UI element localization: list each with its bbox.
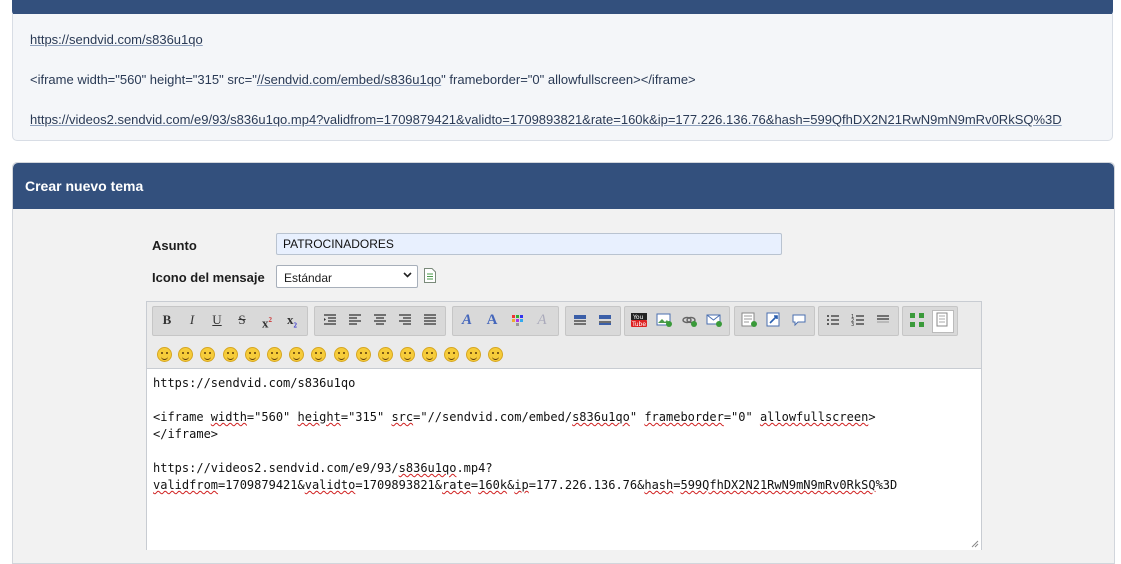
svg-text:Tube: Tube	[631, 321, 646, 328]
code-icon[interactable]	[740, 311, 758, 329]
source-icon[interactable]	[932, 310, 954, 333]
laugh-icon[interactable]	[223, 347, 238, 362]
tongue-icon[interactable]	[400, 347, 415, 362]
editor-line: https://sendvid.com/s836u1qo	[153, 376, 356, 390]
new-topic-panel: Crear nuevo tema Asunto Icono del mensaj…	[12, 162, 1115, 564]
fullscreen-icon[interactable]	[908, 311, 926, 329]
email-icon[interactable]	[705, 311, 723, 329]
happy-icon[interactable]	[444, 347, 459, 362]
link-icon[interactable]	[680, 311, 698, 329]
iframe-code-line: <iframe width="560" height="315" src="//…	[30, 72, 696, 87]
clear-format-icon[interactable]: A	[533, 311, 551, 329]
subject-input[interactable]	[276, 233, 782, 255]
smile-icon[interactable]	[157, 347, 172, 362]
editor-line: https://videos2.sendvid.com/e9/93/s836u1…	[153, 461, 493, 475]
align-left-icon[interactable]	[346, 311, 364, 329]
message-icon-label: Icono del mensaje	[152, 270, 265, 285]
svg-text:3: 3	[851, 322, 854, 328]
text-style-group: B I U S x2 x2	[152, 306, 308, 336]
strikethrough-icon[interactable]: S	[233, 311, 251, 329]
hr-icon[interactable]	[596, 311, 614, 329]
sendvid-link[interactable]: https://sendvid.com/s836u1qo	[30, 32, 203, 47]
message-icon-select[interactable]: Estándar	[276, 265, 418, 288]
indent-icon[interactable]	[321, 311, 339, 329]
youtube-icon[interactable]: You Tube	[630, 311, 648, 329]
cool-icon[interactable]	[245, 347, 260, 362]
alignment-group	[314, 306, 446, 336]
teeth-icon[interactable]	[422, 347, 437, 362]
italic-icon[interactable]: I	[183, 311, 201, 329]
grin-icon[interactable]	[200, 347, 215, 362]
horizontal-rule-icon[interactable]	[874, 311, 892, 329]
bold-icon[interactable]: B	[158, 311, 176, 329]
giggle-icon[interactable]	[488, 347, 503, 362]
superscript-icon[interactable]: x2	[258, 311, 276, 330]
editor-toolbar: B I U S x2 x2 A A A You Tube 1 2 3	[147, 302, 981, 368]
shocked-icon[interactable]	[289, 347, 304, 362]
post-preview: https://sendvid.com/s836u1qo <iframe wid…	[12, 14, 1113, 141]
image-icon[interactable]	[655, 311, 673, 329]
kiss-icon[interactable]	[466, 347, 481, 362]
list-group: 123	[818, 306, 899, 336]
message-icon-value: Estándar	[284, 271, 333, 285]
video-file-link[interactable]: https://videos2.sendvid.com/e9/93/s836u1…	[30, 112, 1062, 127]
embed-link[interactable]: //sendvid.com/embed/s836u1qo	[257, 72, 441, 87]
insert-group	[734, 306, 815, 336]
font-icon[interactable]: A	[458, 311, 476, 329]
document-icon	[424, 268, 436, 283]
numbered-list-icon[interactable]: 123	[849, 311, 867, 329]
resize-handle-icon[interactable]	[971, 540, 979, 548]
blush-icon[interactable]	[356, 347, 371, 362]
message-editor: B I U S x2 x2 A A A You Tube 1 2 3 https…	[146, 301, 982, 550]
sunglasses-icon[interactable]	[311, 347, 326, 362]
smirk-icon[interactable]	[267, 347, 282, 362]
iframe-code-end: " frameborder="0" allowfullscreen></ifra…	[441, 72, 696, 87]
font-size-icon[interactable]: A	[483, 311, 501, 329]
align-center-icon[interactable]	[371, 311, 389, 329]
color-icon[interactable]	[508, 311, 526, 329]
svg-text:You: You	[632, 314, 644, 321]
table-icon[interactable]	[571, 311, 589, 329]
view-group	[902, 306, 958, 336]
iframe-code-start: <iframe width="560" height="315" src="	[30, 72, 257, 87]
message-textarea[interactable]: https://sendvid.com/s836u1qo <iframe wid…	[147, 368, 981, 550]
panel-header: Crear nuevo tema	[13, 163, 1114, 209]
underline-icon[interactable]: U	[208, 311, 226, 329]
panel-title: Crear nuevo tema	[25, 178, 144, 194]
bullet-list-icon[interactable]	[824, 311, 842, 329]
media-group: You Tube	[624, 306, 730, 336]
surprised-icon[interactable]	[378, 347, 393, 362]
subject-label: Asunto	[152, 238, 197, 253]
align-right-icon[interactable]	[396, 311, 414, 329]
subscript-icon[interactable]: x2	[283, 311, 301, 330]
font-group: A A A	[452, 306, 559, 336]
align-justify-icon[interactable]	[421, 311, 439, 329]
confused-icon[interactable]	[334, 347, 349, 362]
spoiler-icon[interactable]	[790, 311, 808, 329]
wink-icon[interactable]	[178, 347, 193, 362]
block-group	[565, 306, 621, 336]
chevron-down-icon	[403, 272, 412, 278]
quote-icon[interactable]	[765, 311, 783, 329]
editor-line: validfrom=1709879421&validto=1709893821&…	[153, 478, 898, 492]
editor-line: <iframe width="560" height="315" src="//…	[153, 410, 876, 424]
editor-line: </iframe>	[153, 427, 219, 441]
